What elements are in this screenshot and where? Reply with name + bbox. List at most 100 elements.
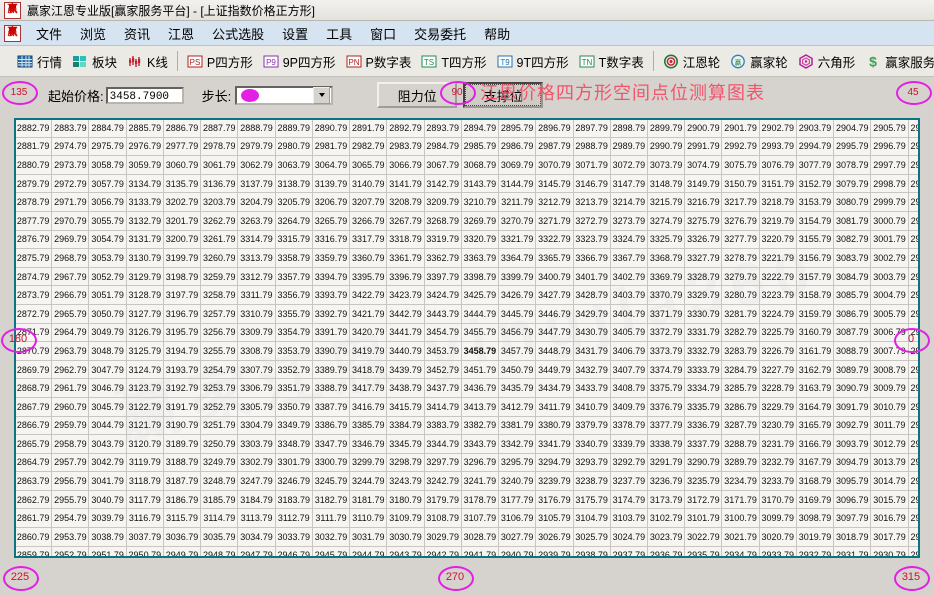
grid-cell[interactable]: 3163.79 xyxy=(796,379,833,398)
grid-cell[interactable]: 2986.79 xyxy=(499,137,536,156)
grid-cell[interactable]: 3034.79 xyxy=(238,528,275,547)
grid-cell[interactable]: 3144.79 xyxy=(499,174,536,193)
grid-cell[interactable]: 3049.79 xyxy=(89,323,126,342)
grid-cell[interactable]: 3235.79 xyxy=(685,472,722,491)
grid-cell[interactable]: 3291.79 xyxy=(647,453,684,472)
grid-cell[interactable]: 3184.79 xyxy=(238,490,275,509)
grid-cell[interactable]: 3257.79 xyxy=(201,304,238,323)
grid-cell[interactable]: 2966.79 xyxy=(52,286,89,305)
grid-cell[interactable]: 3310.79 xyxy=(238,304,275,323)
grid-cell[interactable]: 3219.79 xyxy=(759,211,796,230)
grid-cell[interactable]: 3446.79 xyxy=(536,304,573,323)
grid-cell[interactable]: 2963.79 xyxy=(52,342,89,361)
grid-cell[interactable]: 3113.79 xyxy=(238,509,275,528)
grid-cell[interactable]: 2878.79 xyxy=(15,193,52,212)
grid-cell[interactable]: 2895.79 xyxy=(499,119,536,138)
grid-cell[interactable]: 3423.79 xyxy=(387,286,424,305)
grid-cell[interactable]: 3172.79 xyxy=(685,490,722,509)
grid-cell[interactable]: 3208.79 xyxy=(387,193,424,212)
grid-cell[interactable]: 3290.79 xyxy=(685,453,722,472)
grid-cell[interactable]: 3368.79 xyxy=(647,249,684,268)
grid-cell[interactable]: 3403.79 xyxy=(610,286,647,305)
grid-cell[interactable]: 3100.79 xyxy=(722,509,759,528)
grid-cell[interactable]: 3199.79 xyxy=(163,249,200,268)
grid-cell[interactable]: 3159.79 xyxy=(796,304,833,323)
grid-cell[interactable]: 3063.79 xyxy=(275,156,312,175)
grid-cell[interactable]: 2985.79 xyxy=(461,137,498,156)
grid-cell-center[interactable]: 3458.79 xyxy=(461,342,498,361)
grid-cell[interactable]: 3394.79 xyxy=(312,267,349,286)
grid-cell[interactable]: 2996.79 xyxy=(871,137,908,156)
grid-cell[interactable]: 3289.79 xyxy=(722,453,759,472)
menu-item-2[interactable]: 资讯 xyxy=(115,21,159,46)
grid-cell[interactable]: 3316.79 xyxy=(312,230,349,249)
grid-cell[interactable]: 2950.79 xyxy=(126,546,163,558)
grid-cell[interactable]: 3319.79 xyxy=(424,230,461,249)
grid-cell[interactable]: 3010.79 xyxy=(871,397,908,416)
grid-cell[interactable]: 3369.79 xyxy=(647,267,684,286)
grid-cell[interactable]: 3242.79 xyxy=(424,472,461,491)
grid-cell[interactable]: 3117.79 xyxy=(126,490,163,509)
grid-cell[interactable]: 3294.79 xyxy=(536,453,573,472)
grid-cell[interactable]: 3012.79 xyxy=(871,435,908,454)
grid-cell[interactable]: 3044.79 xyxy=(89,416,126,435)
grid-cell[interactable]: 3109.79 xyxy=(387,509,424,528)
grid-cell[interactable]: 3260.79 xyxy=(201,249,238,268)
grid-cell-highlight[interactable]: 3190.79 xyxy=(163,416,200,435)
grid-cell-highlight[interactable]: 3373.79 xyxy=(647,342,684,361)
grid-cell[interactable]: 3042.79 xyxy=(89,453,126,472)
grid-cell[interactable]: 3328.79 xyxy=(685,267,722,286)
grid-cell[interactable]: 3149.79 xyxy=(685,174,722,193)
grid-cell[interactable]: 3157.79 xyxy=(796,267,833,286)
step-dropdown[interactable] xyxy=(235,86,333,105)
grid-cell[interactable]: 3441.79 xyxy=(387,323,424,342)
grid-cell[interactable]: 2964.79 xyxy=(52,323,89,342)
grid-cell[interactable]: 3413.79 xyxy=(461,397,498,416)
grid-cell[interactable]: 2905.79 xyxy=(871,119,908,138)
grid-cell[interactable]: 2912.79 xyxy=(908,230,920,249)
grid-cell[interactable]: 3239.79 xyxy=(536,472,573,491)
grid-cell[interactable]: 3268.79 xyxy=(424,211,461,230)
grid-cell[interactable]: 3270.79 xyxy=(499,211,536,230)
grid-cell[interactable]: 3374.79 xyxy=(647,360,684,379)
grid-cell[interactable]: 2951.79 xyxy=(89,546,126,558)
grid-cell[interactable]: 3086.79 xyxy=(834,304,871,323)
grid-cell[interactable]: 2902.79 xyxy=(759,119,796,138)
grid-cell[interactable]: 2944.79 xyxy=(350,546,387,558)
grid-cell[interactable]: 3231.79 xyxy=(759,435,796,454)
grid-cell[interactable]: 3019.79 xyxy=(796,528,833,547)
grid-cell[interactable]: 3258.79 xyxy=(201,286,238,305)
grid-cell[interactable]: 3216.79 xyxy=(685,193,722,212)
grid-cell[interactable]: 3112.79 xyxy=(275,509,312,528)
grid-cell[interactable]: 3284.79 xyxy=(722,360,759,379)
grid-cell[interactable]: 3438.79 xyxy=(387,379,424,398)
grid-cell[interactable]: 3293.79 xyxy=(573,453,610,472)
grid-cell-highlight[interactable]: 3422.79 xyxy=(350,286,387,305)
grid-cell[interactable]: 3345.79 xyxy=(387,435,424,454)
grid-cell[interactable]: 3452.79 xyxy=(424,360,461,379)
grid-cell[interactable]: 3110.79 xyxy=(350,509,387,528)
grid-cell[interactable]: 3070.79 xyxy=(536,156,573,175)
grid-cell[interactable]: 3058.79 xyxy=(89,156,126,175)
grid-cell[interactable]: 3246.79 xyxy=(275,472,312,491)
grid-cell-highlight[interactable]: 3170.79 xyxy=(759,490,796,509)
grid-cell[interactable]: 3074.79 xyxy=(685,156,722,175)
toolbar-button-5[interactable]: PNP数字表 xyxy=(341,50,417,73)
grid-cell[interactable]: 2931.79 xyxy=(834,546,871,558)
grid-cell[interactable]: 3410.79 xyxy=(573,397,610,416)
grid-cell[interactable]: 3274.79 xyxy=(647,211,684,230)
grid-cell[interactable]: 2861.79 xyxy=(15,509,52,528)
grid-cell[interactable]: 3283.79 xyxy=(722,342,759,361)
grid-cell[interactable]: 3331.79 xyxy=(685,323,722,342)
grid-cell[interactable]: 3261.79 xyxy=(201,230,238,249)
grid-cell[interactable]: 3030.79 xyxy=(387,528,424,547)
grid-cell[interactable]: 3447.79 xyxy=(536,323,573,342)
grid-cell[interactable]: 3308.79 xyxy=(238,342,275,361)
grid-cell[interactable]: 3147.79 xyxy=(610,174,647,193)
grid-cell[interactable]: 2999.79 xyxy=(871,193,908,212)
grid-cell[interactable]: 3371.79 xyxy=(647,304,684,323)
grid-cell[interactable]: 3230.79 xyxy=(759,416,796,435)
grid-cell[interactable]: 2891.79 xyxy=(350,119,387,138)
grid-cell[interactable]: 3140.79 xyxy=(350,174,387,193)
grid-cell[interactable]: 3286.79 xyxy=(722,397,759,416)
